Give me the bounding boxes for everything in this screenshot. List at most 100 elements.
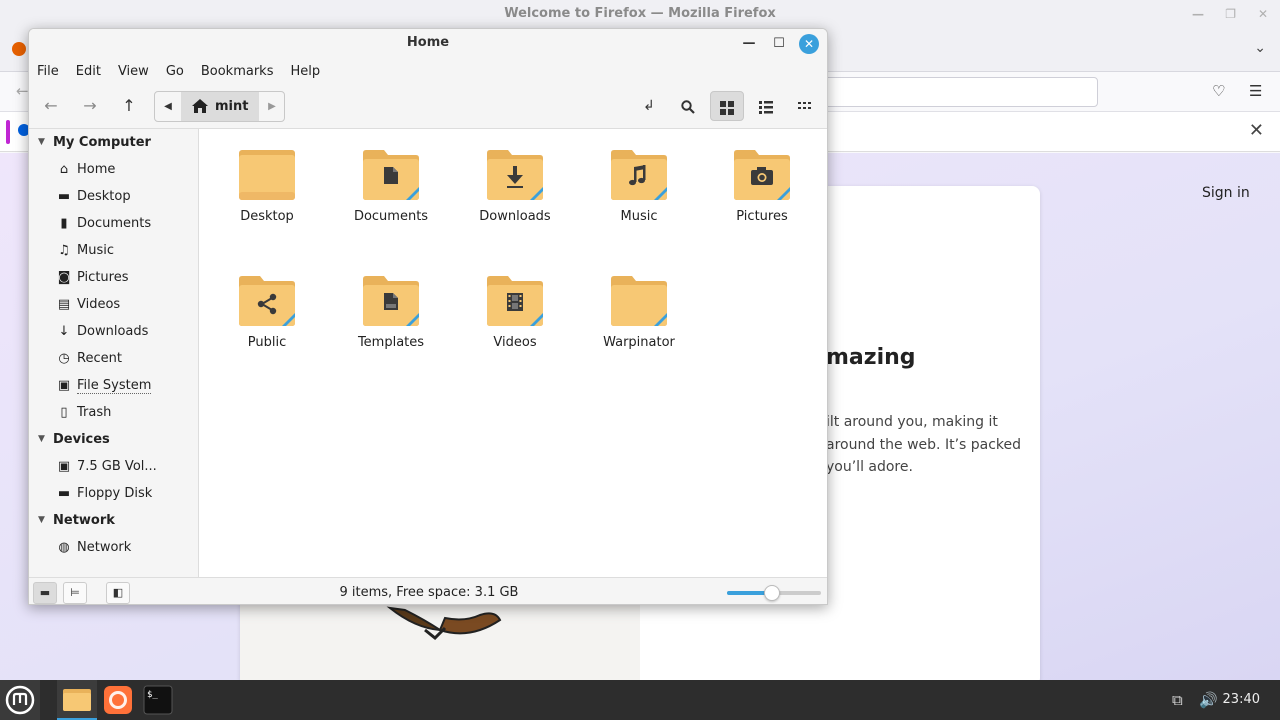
up-icon[interactable]: ↑ — [112, 91, 146, 121]
sidebar-item-label: Recent — [77, 351, 122, 366]
sidebar-item-trash[interactable]: ▯ Trash — [29, 399, 198, 426]
sign-in-link[interactable]: Sign in — [1202, 185, 1250, 201]
icon-view-icon[interactable] — [710, 91, 744, 121]
sidebar-item-network[interactable]: ◍ Network — [29, 534, 198, 561]
firefox-titlebar: Welcome to Firefox — Mozilla Firefox — ❐… — [0, 0, 1280, 28]
sidebar-item-pictures[interactable]: ◙ Pictures — [29, 264, 198, 291]
sidebar-item-recent[interactable]: ◷ Recent — [29, 345, 198, 372]
expander-icon[interactable]: ▼ — [38, 426, 45, 453]
notification-accent — [6, 120, 10, 144]
folder-item[interactable]: Downloads — [453, 129, 577, 224]
forward-icon[interactable]: → — [73, 91, 107, 121]
folder-item[interactable]: Documents — [329, 129, 453, 224]
sidebar-item-desktop[interactable]: ▬ Desktop — [29, 183, 198, 210]
zoom-slider-handle[interactable] — [764, 585, 781, 601]
file-label: Warpinator — [603, 335, 675, 350]
taskbar: $_ ⧉ 🔊 23:40 — [0, 680, 1280, 720]
menu-edit[interactable]: Edit — [76, 64, 101, 79]
folder-item[interactable]: Music — [577, 129, 701, 224]
clock[interactable]: 23:40 — [1223, 680, 1260, 720]
sidebar-item-downloads[interactable]: ↓ Downloads — [29, 318, 198, 345]
path-crumb-home[interactable]: mint — [181, 92, 259, 121]
path-right-arrow-icon[interactable]: ▶ — [259, 92, 284, 121]
folder-item[interactable]: Pictures — [700, 129, 824, 224]
sidebar-item-volume[interactable]: ▣ 7.5 GB Vol... — [29, 453, 198, 480]
sidebar-item-label: File System — [77, 378, 152, 394]
sidebar-item-music[interactable]: ♫ Music — [29, 237, 198, 264]
sidebar-item-label: Home — [77, 162, 116, 177]
expander-icon[interactable]: ▼ — [38, 507, 45, 534]
menu-button[interactable] — [0, 680, 40, 720]
menu-bookmarks[interactable]: Bookmarks — [201, 64, 274, 79]
folder-item[interactable]: Templates — [329, 255, 453, 350]
sidebar-item-label: Desktop — [77, 189, 131, 204]
close-icon[interactable]: ✕ — [799, 34, 819, 54]
compact-view-icon[interactable] — [788, 91, 822, 121]
pictures-icon: ◙ — [57, 270, 71, 285]
file-manager-window: Home — ☐ ✕ File Edit View Go Bookmarks H… — [28, 28, 828, 605]
list-view-icon[interactable] — [749, 91, 783, 121]
sidebar-item-label: 7.5 GB Vol... — [77, 459, 157, 474]
sidebar-item-home[interactable]: ⌂ Home — [29, 156, 198, 183]
svg-text:$_: $_ — [147, 690, 158, 700]
back-icon[interactable]: ← — [34, 91, 68, 121]
drive-icon: ▣ — [57, 459, 71, 474]
sidebar-item-file-system[interactable]: ▣ File System — [29, 372, 198, 399]
file-label: Templates — [357, 335, 425, 350]
menu-file[interactable]: File — [37, 64, 59, 79]
sidebar-item-label: Floppy Disk — [77, 486, 153, 501]
sidebar-section-my-computer[interactable]: ▼ My Computer — [29, 129, 198, 156]
maximize-icon[interactable]: ❐ — [1225, 0, 1236, 28]
maximize-icon[interactable]: ☐ — [769, 34, 789, 54]
minimize-icon[interactable]: — — [739, 34, 759, 54]
sidebar-item-label: Videos — [77, 297, 121, 312]
network-tray-icon[interactable]: ⧉ — [1172, 680, 1183, 720]
firefox-tab-icon[interactable] — [12, 42, 26, 56]
sidebar-item-floppy[interactable]: ▬ Floppy Disk — [29, 480, 198, 507]
folder-icon — [239, 150, 295, 200]
zoom-slider[interactable] — [727, 585, 821, 601]
network-icon: ◍ — [58, 540, 70, 555]
back-icon[interactable]: ← — [16, 82, 29, 100]
file-manager-titlebar: Home — ☐ ✕ — [29, 29, 827, 59]
file-label: Downloads — [479, 209, 551, 224]
videos-icon: ▤ — [57, 297, 71, 312]
pocket-icon[interactable]: ♡ — [1212, 82, 1225, 100]
sidebar-section-devices[interactable]: ▼ Devices — [29, 426, 198, 453]
drive-icon: ▣ — [57, 378, 71, 393]
minimize-icon[interactable]: — — [1192, 0, 1204, 28]
sidebar-item-videos[interactable]: ▤ Videos — [29, 291, 198, 318]
search-icon[interactable] — [671, 91, 705, 121]
folder-documents-icon — [363, 150, 419, 200]
terminal-icon: $_ — [143, 685, 173, 715]
sidebar-section-network[interactable]: ▼ Network — [29, 507, 198, 534]
sidebar-item-label: Pictures — [77, 270, 129, 285]
sidebar-item-documents[interactable]: ▮ Documents — [29, 210, 198, 237]
menu-view[interactable]: View — [118, 64, 149, 79]
sidebar-item-label: Documents — [77, 216, 152, 231]
window-title: Home — [406, 35, 450, 50]
folder-item[interactable]: Videos — [453, 255, 577, 350]
toggle-location-icon[interactable]: ↲ — [632, 91, 666, 121]
menu-help[interactable]: Help — [290, 64, 320, 79]
recent-icon: ◷ — [58, 351, 70, 366]
chevron-down-icon[interactable]: ⌄ — [1254, 40, 1266, 56]
toolbar: ← → ↑ ◀ mint ▶ ↲ — [29, 83, 827, 129]
hamburger-menu-icon[interactable]: ☰ — [1249, 82, 1262, 100]
folder-item[interactable]: Public — [205, 255, 329, 350]
path-left-arrow-icon[interactable]: ◀ — [155, 92, 181, 121]
taskbar-firefox-button[interactable] — [98, 680, 138, 720]
downloads-icon: ↓ — [58, 324, 70, 339]
section-title: Network — [53, 513, 115, 528]
taskbar-files-button[interactable] — [57, 680, 97, 720]
firefox-icon — [104, 686, 132, 714]
expander-icon[interactable]: ▼ — [38, 129, 45, 156]
menu-go[interactable]: Go — [166, 64, 184, 79]
folder-item[interactable]: Warpinator — [577, 255, 701, 350]
volume-icon[interactable]: 🔊 — [1199, 680, 1218, 720]
taskbar-terminal-button[interactable]: $_ — [138, 680, 178, 720]
folder-item[interactable]: Desktop — [205, 129, 329, 224]
file-label: Pictures — [736, 209, 788, 224]
close-icon[interactable]: ✕ — [1249, 120, 1264, 141]
close-icon[interactable]: ✕ — [1258, 0, 1268, 28]
